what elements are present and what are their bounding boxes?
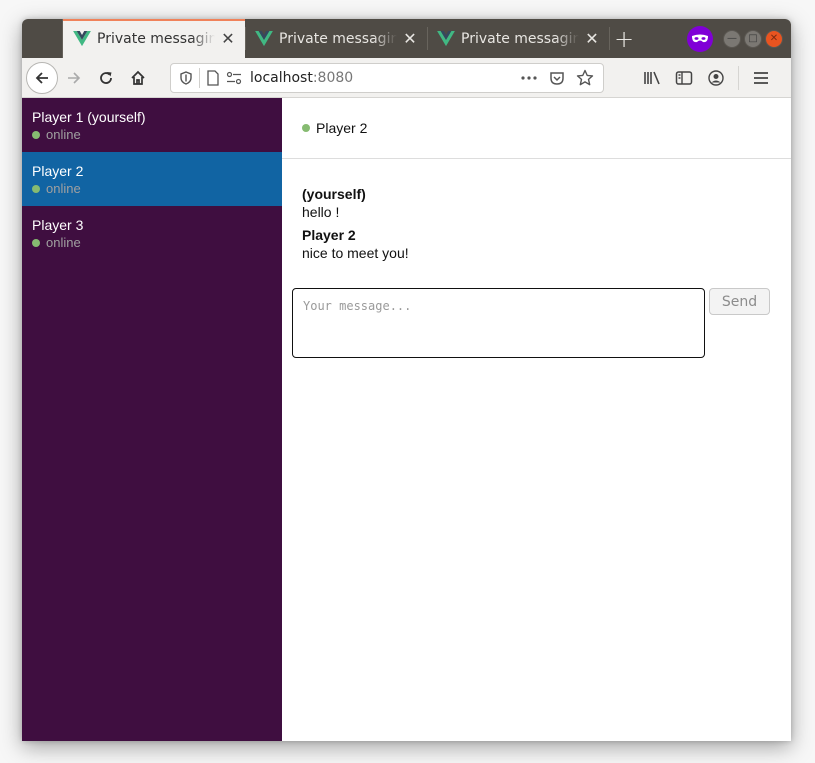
online-status-dot-icon [302,124,310,132]
tab-title: Private messaging [97,30,215,47]
user-status-text: online [46,181,81,196]
vue-logo-icon [437,30,455,46]
online-status-dot-icon [32,185,40,193]
message-sender: (yourself) [302,186,366,202]
sidebar-button[interactable] [668,62,700,94]
menu-icon [754,71,768,84]
close-tab-icon[interactable]: ✕ [401,29,419,48]
user-name: Player 3 [32,217,84,233]
tab-private-messaging-2[interactable]: Private messaging ✕ [245,19,427,58]
browser-window: Private messaging ✕ Private messaging ✕ … [22,19,791,741]
tracking-protection-shield-icon[interactable] [179,70,193,85]
library-button[interactable] [636,62,668,94]
reload-button[interactable] [90,62,122,94]
forward-button[interactable] [58,62,90,94]
maximize-icon: □ [748,33,758,44]
back-arrow-icon [35,71,48,84]
user-status: online [32,180,272,198]
close-window-button[interactable]: ✕ [765,29,783,48]
tab-strip: Private messaging ✕ Private messaging ✕ … [22,19,791,58]
account-icon [708,69,724,86]
vue-logo-icon [73,30,91,46]
close-tab-icon[interactable]: ✕ [583,29,601,48]
user-list: Player 1 (yourself) online Player 2 onli… [22,98,282,741]
user-status-text: online [46,235,81,250]
send-button[interactable]: Send [709,288,770,315]
message-form: Send [292,288,770,358]
home-button[interactable] [122,62,154,94]
close-tab-icon[interactable]: ✕ [219,29,237,48]
pocket-icon[interactable] [545,66,569,90]
user-name: Player 1 (yourself) [32,109,146,125]
user-item-player-3[interactable]: Player 3 online [22,206,282,260]
user-item-player-2[interactable]: Player 2 online [22,152,282,206]
user-item-player-1[interactable]: Player 1 (yourself) online [22,98,282,152]
online-status-dot-icon [32,239,40,247]
conversation-title: Player 2 [316,120,368,136]
user-name: Player 2 [32,163,84,179]
private-browsing-mask-icon [687,25,713,52]
back-button[interactable] [26,61,58,94]
url-bar[interactable]: localhost:8080 [170,62,604,93]
conversation-header: Player 2 [282,98,791,159]
user-status: online [32,126,272,144]
tab-title: Private messaging [279,30,397,47]
maximize-window-button[interactable]: □ [744,29,762,48]
home-icon [131,70,145,85]
online-status-dot-icon [32,131,40,139]
vue-logo-icon [255,30,273,46]
minimize-window-button[interactable]: — [723,29,741,48]
tab-strip-spacer [22,19,63,58]
tab-private-messaging-1[interactable]: Private messaging ✕ [63,19,245,58]
message-item: (yourself) hello ! [302,186,771,221]
account-button[interactable] [700,62,732,94]
tab-title: Private messaging [461,30,579,47]
forward-arrow-icon [68,71,81,84]
more-actions-icon[interactable] [517,66,541,90]
url-port: :8080 [312,69,354,86]
bookmark-star-icon[interactable] [573,66,597,90]
sidebar-icon [675,70,693,85]
message-sender: Player 2 [302,227,356,243]
menu-button[interactable] [745,62,777,94]
page-icon [207,69,219,86]
message-item: Player 2 nice to meet you! [302,227,771,262]
plus-icon: + [613,24,635,53]
library-icon [644,71,660,84]
reload-icon [100,71,112,84]
close-window-icon: ✕ [769,33,779,44]
message-text: hello ! [302,204,340,220]
message-list: (yourself) hello ! Player 2 nice to meet… [282,159,791,262]
tab-private-messaging-3[interactable]: Private messaging ✕ [427,19,609,58]
message-panel: Player 2 (yourself) hello ! Player 2 nic… [282,98,791,741]
url-host: localhost [250,69,313,86]
minimize-icon: — [727,33,737,44]
permissions-icon[interactable] [226,71,242,85]
message-text: nice to meet you! [302,245,409,261]
message-input[interactable] [292,288,705,358]
user-status-text: online [46,127,81,142]
new-tab-button[interactable]: + [609,19,639,58]
user-status: online [32,234,272,252]
page-content: Player 1 (yourself) online Player 2 onli… [22,98,791,741]
navigation-toolbar: localhost:8080 [22,58,791,98]
